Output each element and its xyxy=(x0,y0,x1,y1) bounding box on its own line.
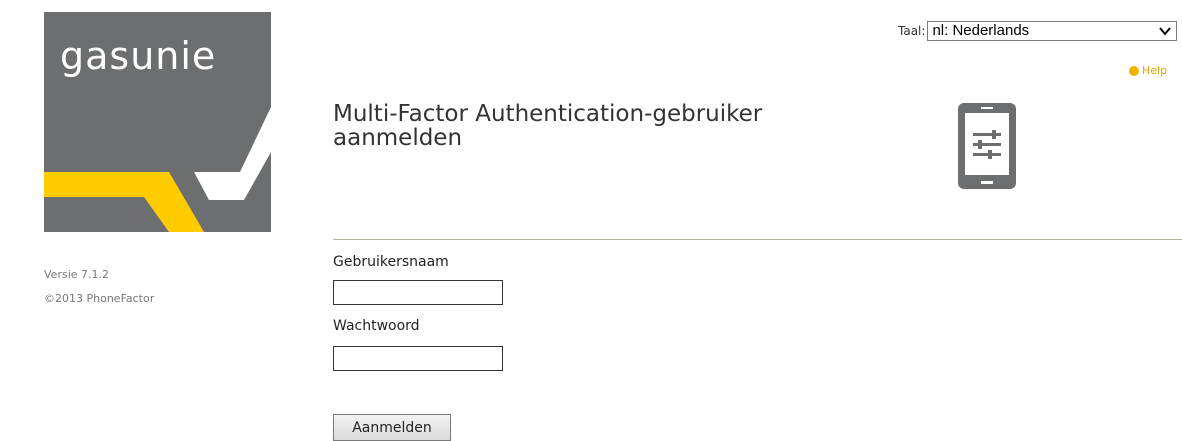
logo-text: gasunie xyxy=(60,34,217,78)
username-input[interactable] xyxy=(333,280,503,305)
help-label: Help xyxy=(1142,64,1168,77)
language-select[interactable]: nl: Nederlands xyxy=(927,21,1178,41)
help-icon xyxy=(1129,65,1139,76)
language-label: Taal: xyxy=(898,24,926,38)
page-title: Multi-Factor Authentication-gebruiker aa… xyxy=(333,101,763,151)
copyright-text: ©2013 PhoneFactor xyxy=(44,292,155,305)
divider xyxy=(333,239,1182,240)
version-text: Versie 7.1.2 xyxy=(44,268,110,281)
language-selected-value: nl: Nederlands xyxy=(932,22,1030,39)
language-selector: Taal: nl: Nederlands xyxy=(898,21,1178,41)
phone-settings-icon xyxy=(958,103,1016,189)
password-label: Wachtwoord xyxy=(333,318,420,334)
login-page: gasunie Versie 7.1.2 ©2013 PhoneFactor T… xyxy=(0,0,1182,441)
gasunie-logo: gasunie xyxy=(44,12,271,232)
password-input[interactable] xyxy=(333,346,503,371)
username-label: Gebruikersnaam xyxy=(333,254,449,270)
chevron-down-icon xyxy=(1159,27,1172,36)
sign-in-button[interactable]: Aanmelden xyxy=(333,414,451,441)
help-link[interactable]: Help xyxy=(1129,64,1167,77)
